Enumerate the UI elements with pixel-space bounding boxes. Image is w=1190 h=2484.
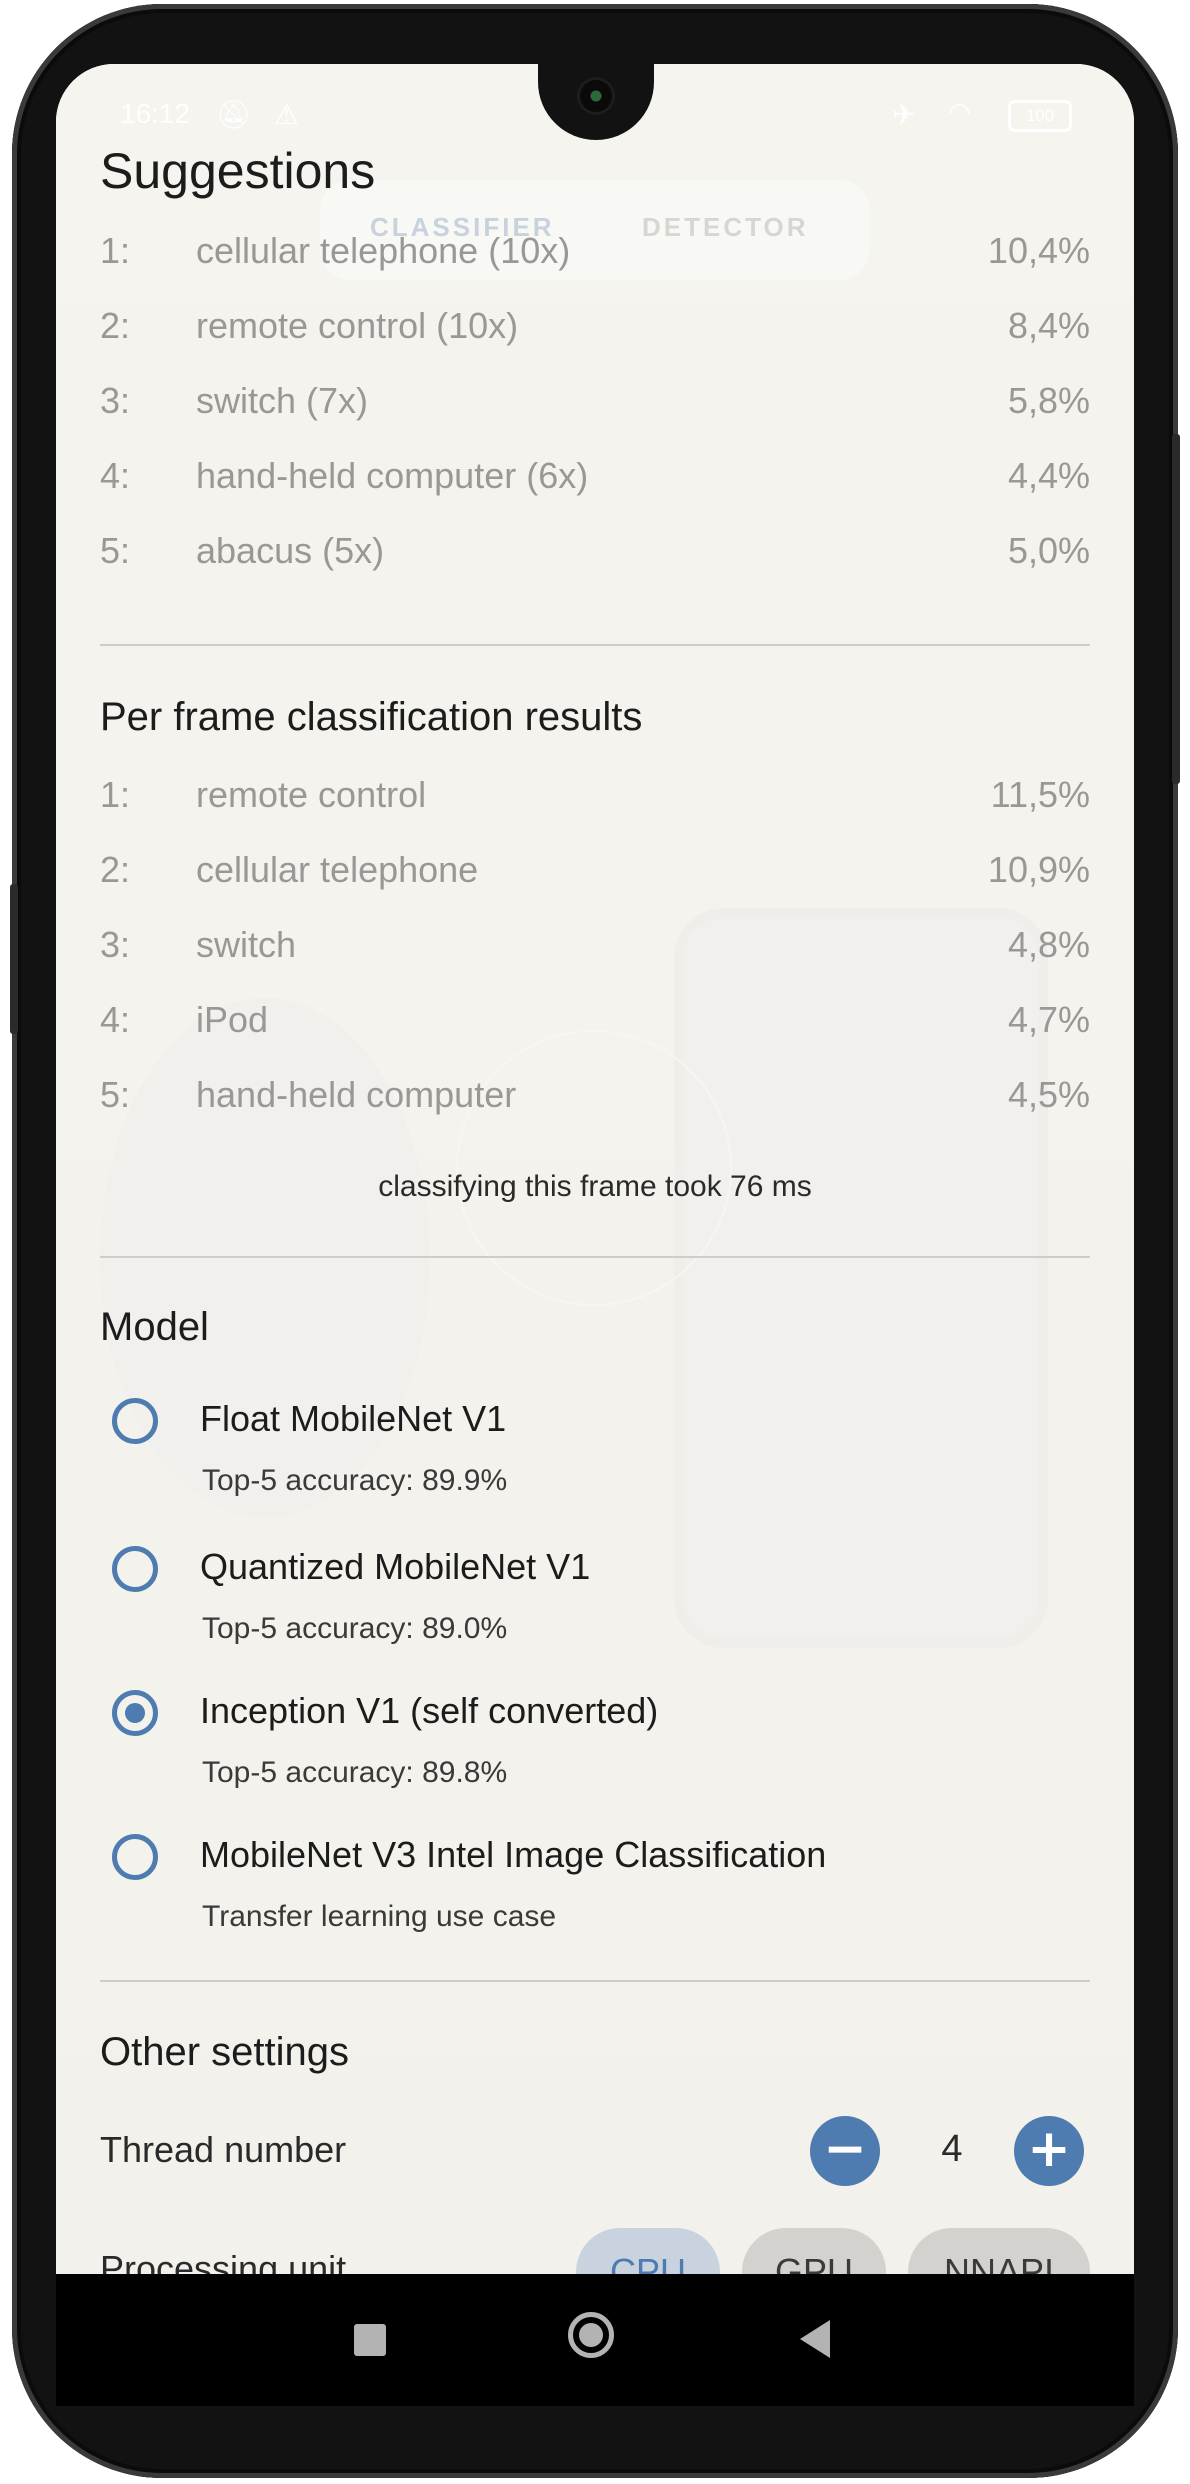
processing-chip-gpu[interactable]: GPU [742, 2228, 886, 2274]
processing-unit-label: Processing unit [100, 2248, 347, 2274]
wifi-icon: ◠ [948, 98, 971, 128]
model-title: Model [100, 1305, 209, 1349]
thread-increment-button[interactable]: + [1014, 2116, 1084, 2186]
processing-chip-cpu[interactable]: CPU [576, 2228, 720, 2274]
section-divider [100, 1256, 1090, 1258]
warning-icon: ⚠︎ [274, 98, 300, 131]
back-button[interactable] [800, 2320, 830, 2358]
per-frame-row: 3: switch 4,8% [100, 924, 1090, 965]
model-option-float-mobilenet[interactable]: Float MobileNet V1 Top-5 accuracy: 89.9% [112, 1398, 1072, 1518]
radio-button-selected[interactable] [112, 1690, 158, 1736]
volume-button [1172, 434, 1180, 784]
processing-chip-nnapi[interactable]: NNAPI [908, 2228, 1090, 2274]
thread-number-label: Thread number [100, 2129, 347, 2170]
thread-number-value: 4 [941, 2128, 963, 2170]
front-camera-icon [580, 80, 612, 112]
suggestion-row: 1: cellular telephone (10x) 10,4% [100, 230, 1090, 271]
radio-button[interactable] [112, 1834, 158, 1880]
section-divider [100, 644, 1090, 646]
frame-timing-text: classifying this frame took 76 ms [378, 1170, 812, 1203]
radio-button[interactable] [112, 1546, 158, 1592]
recents-button[interactable] [354, 2324, 386, 2356]
model-option-inception[interactable]: Inception V1 (self converted) Top-5 accu… [112, 1690, 1072, 1810]
navigation-bar [56, 2274, 1134, 2406]
airplane-icon: ✈︎ [892, 98, 916, 131]
suggestion-row: 2: remote control (10x) 8,4% [100, 305, 1090, 346]
per-frame-row: 1: remote control 11,5% [100, 774, 1090, 815]
battery-icon: 100 [1008, 100, 1072, 132]
suggestions-title: Suggestions [100, 143, 376, 199]
radio-button[interactable] [112, 1398, 158, 1444]
suggestion-row: 5: abacus (5x) 5,0% [100, 530, 1090, 571]
model-option-quantized-mobilenet[interactable]: Quantized MobileNet V1 Top-5 accuracy: 8… [112, 1546, 1072, 1666]
per-frame-row: 2: cellular telephone 10,9% [100, 849, 1090, 890]
suggestion-row: 4: hand-held computer (6x) 4,4% [100, 455, 1090, 496]
mute-icon: 🔕︎ [216, 98, 252, 131]
app-screen: 16:12 🔕︎ ⚠︎ ✈︎ ◠ 100 CLASSIFIER DETECTOR… [56, 64, 1134, 2274]
home-button[interactable] [568, 2312, 614, 2358]
suggestion-row: 3: switch (7x) 5,8% [100, 380, 1090, 421]
section-divider [100, 1980, 1090, 1982]
thread-decrement-button[interactable]: − [810, 2116, 880, 2186]
model-option-mobilenet-v3[interactable]: MobileNet V3 Intel Image Classification … [112, 1834, 1072, 1954]
per-frame-title: Per frame classification results [100, 695, 643, 739]
status-time: 16:12 [120, 98, 191, 129]
per-frame-row: 4: iPod 4,7% [100, 999, 1090, 1040]
per-frame-row: 5: hand-held computer 4,5% [100, 1074, 1090, 1115]
power-button [10, 884, 18, 1034]
other-settings-title: Other settings [100, 2030, 350, 2074]
